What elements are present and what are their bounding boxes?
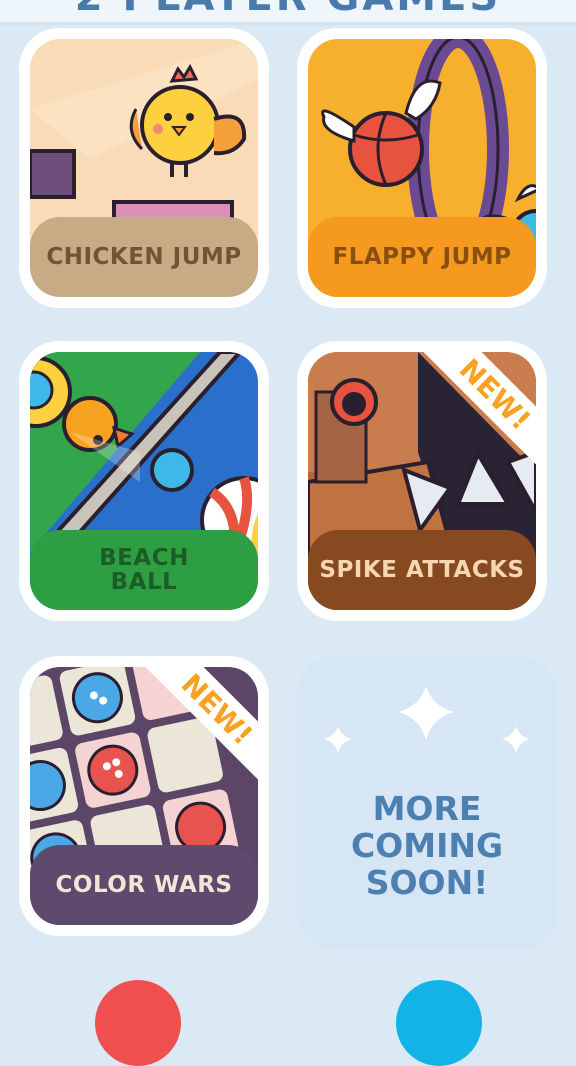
- red-player-button[interactable]: [95, 980, 181, 1066]
- game-card-beach-ball[interactable]: BEACH BALL: [19, 341, 269, 621]
- game-card-chicken-jump[interactable]: CHICKEN JUMP: [19, 28, 269, 308]
- sparkle-icon: [324, 686, 530, 753]
- game-label: COLOR WARS: [30, 845, 258, 925]
- blue-player-button[interactable]: [396, 980, 482, 1066]
- game-label: SPIKE ATTACKS: [308, 530, 536, 610]
- game-card-flappy-jump[interactable]: FLAPPY JUMP: [297, 28, 547, 308]
- game-label: CHICKEN JUMP: [30, 217, 258, 297]
- game-card-color-wars[interactable]: NEW! COLOR WARS: [19, 656, 269, 936]
- more-coming-soon-text: MORE COMING SOON!: [350, 789, 504, 902]
- top-bar: 2 PLAYER GAMES: [0, 0, 576, 25]
- more-coming-soon-card: MORE COMING SOON!: [296, 656, 558, 950]
- game-label: FLAPPY JUMP: [308, 217, 536, 297]
- page-title: 2 PLAYER GAMES: [0, 0, 576, 20]
- game-label: BEACH BALL: [30, 530, 258, 610]
- game-card-spike-attacks[interactable]: NEW! SPIKE ATTACKS: [297, 341, 547, 621]
